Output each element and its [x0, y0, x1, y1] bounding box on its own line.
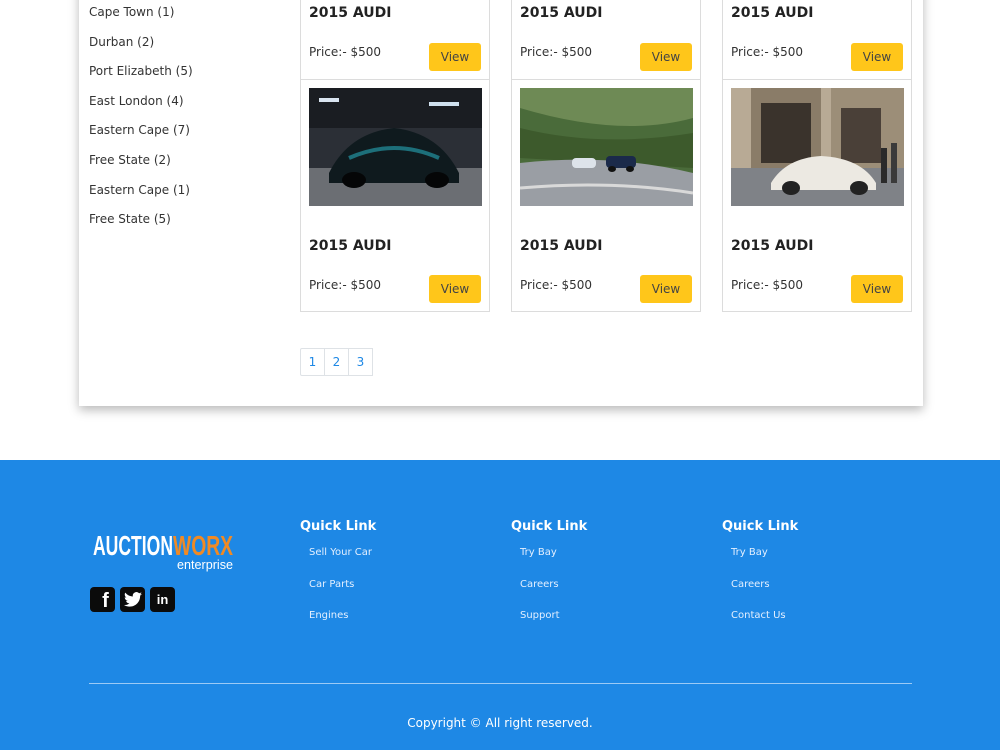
view-button[interactable]: View [851, 43, 903, 71]
location-filter-item[interactable]: Free State (2) [89, 148, 289, 178]
car-card: 2015 AUDI Price:- $500 View [722, 0, 912, 80]
footer-heading: Quick Link [300, 519, 377, 534]
location-filter-item[interactable]: East London (4) [89, 89, 289, 119]
logo-subtext: enterprise [177, 557, 233, 572]
car-price: Price:- $500 [731, 45, 803, 59]
car-price: Price:- $500 [731, 278, 803, 292]
pagination: 1 2 3 [300, 348, 373, 376]
footer-divider [89, 683, 912, 684]
car-card: 2015 AUDI Price:- $500 View [300, 79, 490, 312]
footer-column: Quick Link Try Bay Careers Contact Us [722, 519, 902, 642]
car-card: 2015 AUDI Price:- $500 View [300, 0, 490, 80]
footer-link[interactable]: Try Bay [722, 547, 902, 579]
page-link[interactable]: 3 [348, 348, 373, 376]
car-title: 2015 AUDI [520, 238, 603, 254]
view-button[interactable]: View [640, 43, 692, 71]
location-filter-item[interactable]: Port Elizabeth (5) [89, 59, 289, 89]
footer-link[interactable]: Car Parts [300, 579, 480, 611]
car-image [309, 88, 482, 206]
car-image [731, 88, 904, 206]
site-footer: AUCTION WORX enterprise f in Quick Link … [0, 460, 1000, 750]
footer-column: Quick Link Sell Your Car Car Parts Engin… [300, 519, 480, 642]
car-title: 2015 AUDI [309, 238, 392, 254]
car-title: 2015 AUDI [520, 5, 603, 21]
footer-link[interactable]: Sell Your Car [300, 547, 480, 579]
car-title: 2015 AUDI [309, 5, 392, 21]
footer-link[interactable]: Try Bay [511, 547, 691, 579]
car-title: 2015 AUDI [731, 238, 814, 254]
linkedin-icon[interactable]: in [150, 587, 175, 612]
view-button[interactable]: View [429, 275, 481, 303]
car-card: 2015 AUDI Price:- $500 View [722, 79, 912, 312]
location-filter-item[interactable]: Free State (5) [89, 207, 289, 237]
footer-link[interactable]: Support [511, 610, 691, 642]
location-filter-item[interactable]: Eastern Cape (1) [89, 178, 289, 208]
footer-link[interactable]: Contact Us [722, 610, 902, 642]
footer-heading: Quick Link [511, 519, 588, 534]
car-title: 2015 AUDI [731, 5, 814, 21]
footer-column: Quick Link Try Bay Careers Support [511, 519, 691, 642]
car-price: Price:- $500 [309, 278, 381, 292]
car-price: Price:- $500 [520, 45, 592, 59]
copyright-text: Copyright © All right reserved. [407, 716, 593, 730]
brand-logo[interactable]: AUCTION WORX enterprise [93, 523, 238, 573]
car-card: 2015 AUDI Price:- $500 View [511, 0, 701, 80]
footer-link[interactable]: Careers [722, 579, 902, 611]
page-link[interactable]: 1 [300, 348, 325, 376]
view-button[interactable]: View [851, 275, 903, 303]
car-price: Price:- $500 [309, 45, 381, 59]
location-filter-item[interactable]: Durban (2) [89, 30, 289, 60]
logo-text-a: AUCTION [93, 530, 173, 561]
car-price: Price:- $500 [520, 278, 592, 292]
location-filter-list: Cape Town (1) Durban (2) Port Elizabeth … [89, 0, 289, 237]
view-button[interactable]: View [640, 275, 692, 303]
location-filter-item[interactable]: Eastern Cape (7) [89, 118, 289, 148]
facebook-icon[interactable]: f [90, 587, 115, 612]
page-link[interactable]: 2 [324, 348, 349, 376]
twitter-icon[interactable] [120, 587, 145, 612]
car-card: 2015 AUDI Price:- $500 View [511, 79, 701, 312]
footer-heading: Quick Link [722, 519, 799, 534]
view-button[interactable]: View [429, 43, 481, 71]
social-links: f in [90, 587, 175, 612]
car-image [520, 88, 693, 206]
footer-link[interactable]: Engines [300, 610, 480, 642]
footer-link[interactable]: Careers [511, 579, 691, 611]
location-filter-item[interactable]: Cape Town (1) [89, 0, 289, 30]
